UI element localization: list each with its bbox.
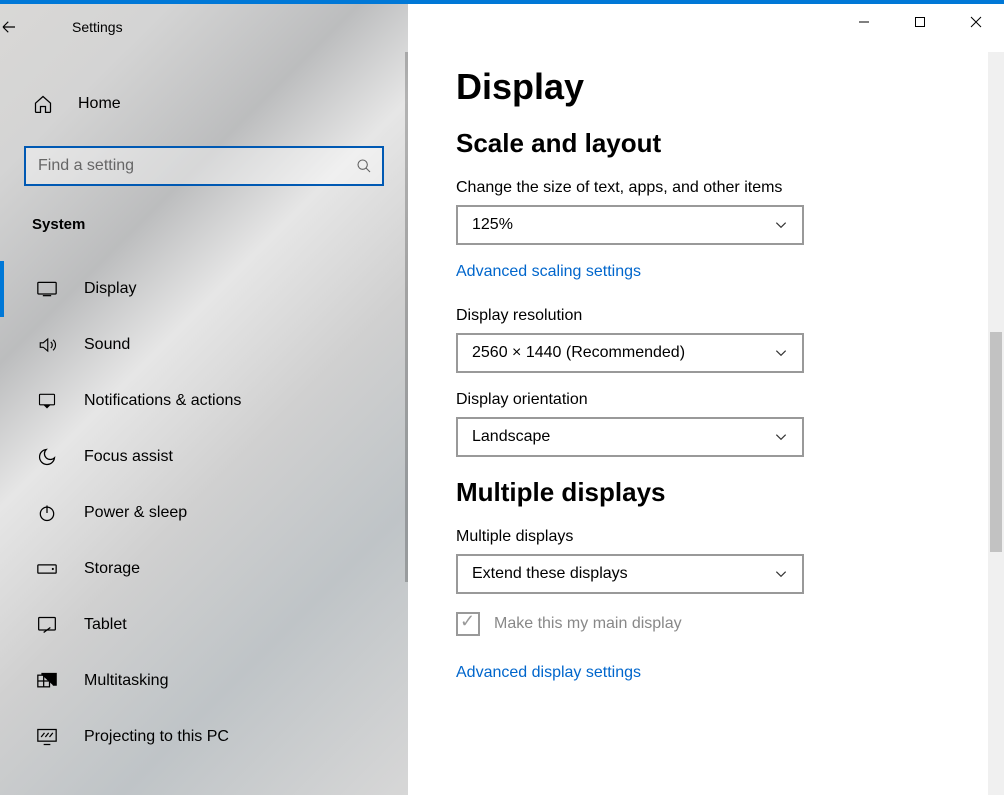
orientation-select[interactable]: Landscape [456,417,804,457]
chevron-down-icon [774,567,788,581]
multiple-displays-select[interactable]: Extend these displays [456,554,804,594]
multitask-icon [36,672,58,690]
chevron-down-icon [774,218,788,232]
minimize-icon [858,16,870,28]
change-size-select[interactable]: 125% [456,205,804,245]
close-icon [970,16,982,28]
sidebar-item-sound[interactable]: Sound [0,317,408,373]
project-icon [36,728,58,746]
sidebar-item-label: Tablet [84,616,127,634]
content-scrollbar[interactable] [988,52,1004,795]
sidebar-item-label: Projecting to this PC [84,728,229,746]
chevron-down-icon [774,430,788,444]
storage-icon [36,563,58,575]
home-label: Home [78,95,121,113]
sidebar-item-focus-assist[interactable]: Focus assist [0,429,408,485]
sidebar-item-notifications[interactable]: Notifications & actions [0,373,408,429]
orientation-value: Landscape [472,428,550,446]
minimize-button[interactable] [836,4,892,40]
moon-icon [36,447,58,467]
sidebar-item-label: Storage [84,560,140,578]
change-size-value: 125% [472,216,513,234]
change-size-label: Change the size of text, apps, and other… [456,179,1004,197]
sound-icon [36,336,58,354]
sidebar-item-label: Notifications & actions [84,392,241,410]
resolution-select[interactable]: 2560 × 1440 (Recommended) [456,333,804,373]
back-button[interactable] [0,18,48,36]
sidebar-item-label: Sound [84,336,130,354]
nav-group-title: System [0,186,408,239]
window-title: Settings [48,19,123,35]
sidebar-item-label: Power & sleep [84,504,187,522]
multiple-displays-label: Multiple displays [456,528,1004,546]
resolution-value: 2560 × 1440 (Recommended) [472,344,685,362]
sidebar-item-label: Display [84,280,136,298]
main-display-checkbox[interactable] [456,612,480,636]
resolution-label: Display resolution [456,307,1004,325]
sidebar-item-display[interactable]: Display [0,261,408,317]
nav-list: Display Sound Notifications & actions Fo… [0,261,408,765]
close-button[interactable] [948,4,1004,40]
sidebar-item-label: Focus assist [84,448,173,466]
scrollbar-thumb[interactable] [990,332,1002,552]
orientation-label: Display orientation [456,391,1004,409]
search-box[interactable] [24,146,384,186]
section-heading-scale: Scale and layout [456,128,1004,159]
main-display-checkbox-label: Make this my main display [494,615,682,633]
advanced-scaling-link[interactable]: Advanced scaling settings [456,263,1004,281]
multiple-displays-value: Extend these displays [472,565,628,583]
tablet-icon [36,616,58,634]
sidebar-item-power-sleep[interactable]: Power & sleep [0,485,408,541]
content-area: Display Scale and layout Change the size… [408,4,1004,795]
section-heading-multiple: Multiple displays [456,477,1004,508]
search-input[interactable] [36,156,356,176]
search-icon [356,158,372,174]
page-title: Display [456,66,1004,108]
maximize-button[interactable] [892,4,948,40]
chevron-down-icon [774,346,788,360]
arrow-left-icon [0,18,18,36]
sidebar-item-home[interactable]: Home [0,84,408,124]
sidebar-item-storage[interactable]: Storage [0,541,408,597]
advanced-display-link[interactable]: Advanced display settings [456,664,1004,682]
sidebar-item-projecting[interactable]: Projecting to this PC [0,709,408,765]
sidebar-item-label: Multitasking [84,672,168,690]
display-icon [36,281,58,297]
main-display-checkbox-row: Make this my main display [456,612,1004,636]
notifications-icon [36,392,58,410]
home-icon [32,94,54,114]
power-icon [36,503,58,523]
sidebar-item-multitasking[interactable]: Multitasking [0,653,408,709]
sidebar-item-tablet[interactable]: Tablet [0,597,408,653]
maximize-icon [914,16,926,28]
sidebar: Settings Home System Display [0,4,408,795]
